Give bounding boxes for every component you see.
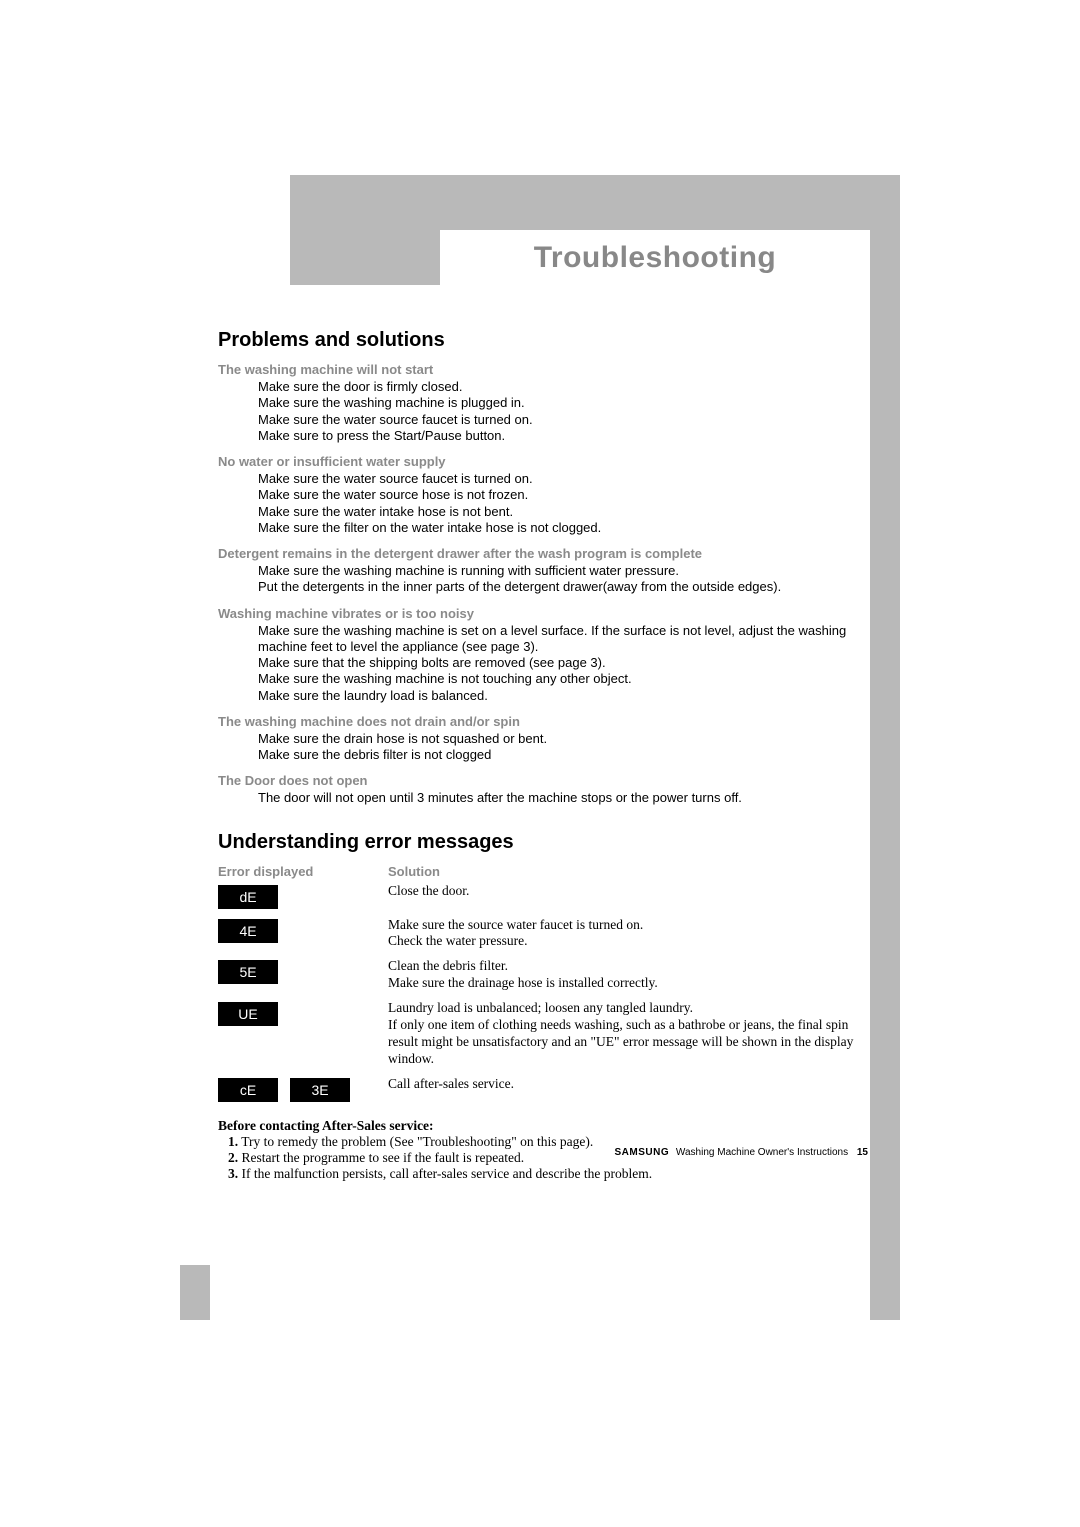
problem-items: Make sure the washing machine is set on … — [258, 623, 868, 704]
page-title-box: Troubleshooting — [440, 230, 870, 285]
error-table-header: Error displayed Solution — [218, 864, 868, 879]
error-solution: Laundry load is unbalanced; loosen any t… — [388, 1000, 868, 1068]
problem-title: The washing machine does not drain and/o… — [218, 714, 868, 729]
error-header-left: Error displayed — [218, 864, 388, 879]
error-codes: UE — [218, 1000, 388, 1026]
error-row: 5E Clean the debris filter.Make sure the… — [218, 958, 868, 992]
problem-items: Make sure the washing machine is running… — [258, 563, 868, 596]
problem-item: Make sure the drain hose is not squashed… — [258, 731, 868, 747]
problem-item: Make sure the door is firmly closed. — [258, 379, 868, 395]
problem-title: The washing machine will not start — [218, 362, 868, 377]
problem-title: Washing machine vibrates or is too noisy — [218, 606, 868, 621]
footer: SAMSUNG Washing Machine Owner's Instruct… — [218, 1147, 868, 1158]
footer-brand: SAMSUNG — [615, 1147, 670, 1158]
problem-block: Washing machine vibrates or is too noisy… — [218, 606, 868, 704]
section-errors: Understanding error messages Error displ… — [218, 831, 868, 1102]
problem-block: No water or insufficient water supply Ma… — [218, 454, 868, 536]
before-contact-title: Before contacting After-Sales service: — [218, 1118, 868, 1134]
problem-item: Make sure the washing machine is running… — [258, 563, 868, 579]
error-row: 4E Make sure the source water faucet is … — [218, 917, 868, 951]
problem-item: Make sure the filter on the water intake… — [258, 520, 868, 536]
problem-item: Make sure to press the Start/Pause butto… — [258, 428, 868, 444]
page: Troubleshooting Problems and solutions T… — [0, 0, 1080, 1527]
problem-block: The washing machine will not start Make … — [218, 362, 868, 444]
error-solution: Make sure the source water faucet is tur… — [388, 917, 868, 951]
error-codes: 4E — [218, 917, 388, 943]
error-solution: Call after-sales service. — [388, 1076, 868, 1093]
error-header-right: Solution — [388, 864, 868, 879]
footer-text: Washing Machine Owner's Instructions — [676, 1147, 848, 1158]
problem-block: The Door does not open The door will not… — [218, 773, 868, 806]
problem-item: Put the detergents in the inner parts of… — [258, 579, 868, 595]
problem-items: Make sure the door is firmly closed. Mak… — [258, 379, 868, 444]
footer-page: 15 — [857, 1147, 868, 1158]
problem-item: Make sure the water source hose is not f… — [258, 487, 868, 503]
error-code-badge: cE — [218, 1078, 278, 1102]
problem-items: Make sure the water source faucet is tur… — [258, 471, 868, 536]
problem-item: Make sure the water intake hose is not b… — [258, 504, 868, 520]
error-code-badge: dE — [218, 885, 278, 909]
problem-title: The Door does not open — [218, 773, 868, 788]
error-codes: cE 3E — [218, 1076, 388, 1102]
error-codes: 5E — [218, 958, 388, 984]
problem-item: Make sure the laundry load is balanced. — [258, 688, 868, 704]
error-row: dE Close the door. — [218, 883, 868, 909]
problem-item: Make sure the debris filter is not clogg… — [258, 747, 868, 763]
problem-item: Make sure the water source faucet is tur… — [258, 471, 868, 487]
error-codes: dE — [218, 883, 388, 909]
error-code-badge: 3E — [290, 1078, 350, 1102]
problem-items: Make sure the drain hose is not squashed… — [258, 731, 868, 764]
section-errors-heading: Understanding error messages — [218, 831, 868, 854]
error-row: cE 3E Call after-sales service. — [218, 1076, 868, 1102]
page-title: Troubleshooting — [534, 241, 776, 275]
error-code-badge: 5E — [218, 960, 278, 984]
problem-title: Detergent remains in the detergent drawe… — [218, 546, 868, 561]
problem-item: Make sure the washing machine is plugged… — [258, 395, 868, 411]
problem-title: No water or insufficient water supply — [218, 454, 868, 469]
problem-item: Make sure the water source faucet is tur… — [258, 412, 868, 428]
problem-block: The washing machine does not drain and/o… — [218, 714, 868, 764]
decor-sidebar — [870, 175, 900, 1320]
problem-item: Make sure the washing machine is set on … — [258, 623, 868, 656]
error-solution: Close the door. — [388, 883, 868, 900]
error-row: UE Laundry load is unbalanced; loosen an… — [218, 1000, 868, 1068]
problem-item: The door will not open until 3 minutes a… — [258, 790, 868, 806]
problem-item: Make sure that the shipping bolts are re… — [258, 655, 868, 671]
error-code-badge: 4E — [218, 919, 278, 943]
error-code-badge: UE — [218, 1002, 278, 1026]
error-solution: Clean the debris filter.Make sure the dr… — [388, 958, 868, 992]
problem-item: Make sure the washing machine is not tou… — [258, 671, 868, 687]
problem-items: The door will not open until 3 minutes a… — [258, 790, 868, 806]
content: Problems and solutions The washing machi… — [218, 315, 868, 1182]
section-problems-heading: Problems and solutions — [218, 329, 868, 352]
decor-corner — [180, 1265, 210, 1320]
problem-block: Detergent remains in the detergent drawe… — [218, 546, 868, 596]
before-contact-item: 3. If the malfunction persists, call aft… — [228, 1166, 868, 1182]
